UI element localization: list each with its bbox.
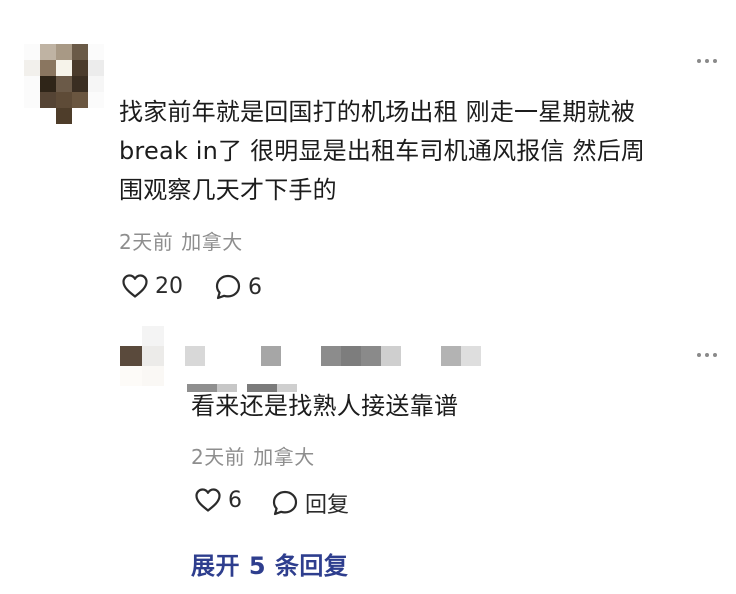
comment-text: 找家前年就是回国打的机场出租 刚走一星期就被 break in了 很明显是出租车…	[119, 98, 646, 204]
reply-more-options-icon[interactable]	[697, 350, 717, 360]
avatar[interactable]	[24, 44, 104, 124]
comment-location: 加拿大	[181, 230, 243, 254]
reply-location: 加拿大	[253, 445, 315, 469]
reply-time: 2天前	[191, 445, 246, 469]
reply-text: 看来还是找熟人接送靠谱	[191, 392, 459, 420]
comment-like-button[interactable]: 20	[121, 273, 183, 299]
comment-like-count: 20	[155, 273, 183, 299]
more-options-icon[interactable]	[697, 56, 717, 66]
reply-reply-label: 回复	[305, 493, 350, 518]
heart-outline-icon	[195, 488, 221, 512]
comment-time: 2天前	[119, 230, 174, 254]
heart-outline-icon	[122, 274, 148, 298]
comment-bubble-icon	[272, 490, 298, 516]
reply-like-button[interactable]: 6	[194, 487, 242, 513]
reply-avatar[interactable]	[120, 326, 164, 386]
comment-bubble-icon	[215, 274, 241, 300]
reply-username[interactable]	[185, 346, 485, 366]
reply-like-count: 6	[228, 487, 242, 513]
reply-reply-button[interactable]: 回复	[271, 487, 349, 519]
comment-reply-button[interactable]: 6	[214, 273, 262, 301]
reply-meta: 2天前 加拿大	[191, 441, 315, 470]
comment-meta: 2天前 加拿大	[119, 226, 243, 255]
expand-replies-link[interactable]: 展开 5 条回复	[191, 546, 348, 581]
comment-reply-count: 6	[248, 274, 262, 300]
